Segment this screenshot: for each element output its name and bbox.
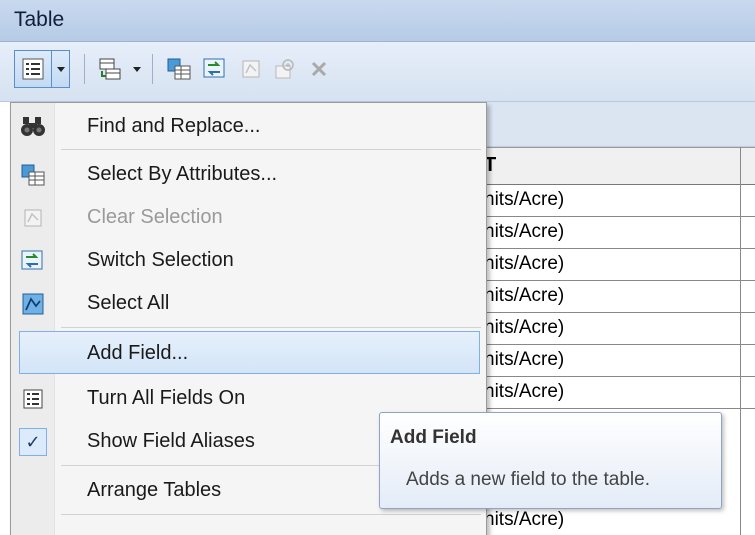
table-cell: nits/Acre) (484, 189, 565, 210)
toolbar-separator (84, 54, 85, 84)
table-options-button[interactable] (14, 50, 52, 88)
menu-item-clear-selection[interactable]: Clear Selection (11, 196, 486, 239)
related-tables-icon (99, 58, 121, 80)
menu-item-add-field[interactable]: Add Field... (19, 331, 480, 374)
switch-selection-icon (203, 58, 225, 78)
table-column-divider (740, 147, 741, 535)
table-row[interactable]: nits/Acre) (440, 249, 755, 281)
window-titlebar: Table (0, 0, 755, 42)
table-row[interactable]: nits/Acre) (440, 185, 755, 217)
table-cell: nits/Acre) (484, 317, 565, 338)
menu-item-label: Turn All Fields On (87, 387, 246, 409)
related-tables-button[interactable] (92, 50, 130, 88)
toolbar-separator (152, 54, 153, 84)
table-cell: nits/Acre) (484, 221, 565, 242)
table-cell: nits/Acre) (484, 349, 565, 370)
menu-separator (61, 149, 481, 150)
menu-item-find-and-replace[interactable]: Find and Replace... (11, 105, 486, 148)
table-column-header[interactable]: T (440, 147, 755, 185)
clear-selection-icon (242, 60, 260, 78)
table-options-dropdown-arrow[interactable] (52, 50, 70, 88)
tooltip-body: Adds a new field to the table. (406, 469, 650, 490)
clear-selection-button[interactable] (232, 50, 270, 88)
chevron-down-icon (133, 66, 141, 72)
table-cell: nits/Acre) (484, 253, 565, 274)
checkmark-box: ✓ (19, 428, 47, 456)
menu-separator (61, 514, 481, 515)
table-row[interactable]: nits/Acre) (440, 377, 755, 409)
select-all-icon (19, 290, 47, 318)
menu-item-label: Arrange Tables (87, 479, 222, 501)
table-row[interactable]: nits/Acre) (440, 281, 755, 313)
tooltip-title: Add Field (390, 427, 477, 448)
menu-separator (61, 327, 481, 328)
zoom-to-selected-icon (275, 59, 294, 79)
table-options-icon (22, 58, 44, 80)
select-by-attributes-icon (19, 161, 47, 189)
checkmark-icon: ✓ (19, 428, 47, 456)
menu-item-label: Clear Selection (87, 206, 223, 228)
add-field-tooltip: Add Field Adds a new field to the table. (379, 412, 722, 509)
menu-item-label: Switch Selection (87, 249, 234, 271)
menu-item-select-all[interactable]: Select All (11, 282, 486, 325)
related-tables-dropdown-arrow[interactable] (130, 50, 144, 88)
select-by-attributes-button[interactable] (160, 50, 198, 88)
menu-item-label: Select By Attributes... (87, 163, 278, 185)
table-tab-strip (440, 102, 755, 147)
menu-item-label: Show Field Aliases (87, 430, 255, 452)
menu-item-switch-selection[interactable]: Switch Selection (11, 239, 486, 282)
switch-selection-icon (19, 247, 47, 275)
menu-item-label: Select All (87, 292, 170, 314)
menu-item-label: Find and Replace... (87, 115, 261, 137)
delete-selected-button[interactable] (300, 50, 338, 88)
table-cell: nits/Acre) (484, 381, 565, 402)
table-row[interactable]: nits/Acre) (440, 505, 755, 535)
table-row[interactable]: nits/Acre) (440, 217, 755, 249)
clear-selection-icon (19, 204, 47, 232)
table-cell: nits/Acre) (484, 285, 565, 306)
table-cell: nits/Acre) (484, 509, 565, 530)
table-row[interactable]: nits/Acre) (440, 345, 755, 377)
select-by-attributes-icon (167, 58, 191, 80)
window-title: Table (14, 8, 65, 31)
table-row[interactable]: nits/Acre) (440, 313, 755, 345)
binoculars-icon (19, 113, 47, 141)
chevron-down-icon (56, 66, 65, 72)
menu-item-select-by-attributes[interactable]: Select By Attributes... (11, 153, 486, 196)
table-toolbar (0, 42, 755, 102)
switch-selection-button[interactable] (196, 50, 234, 88)
menu-item-label: Add Field... (87, 342, 189, 364)
zoom-to-selected-button[interactable] (266, 50, 304, 88)
field-list-icon (19, 385, 47, 413)
delete-selected-icon (311, 61, 327, 77)
